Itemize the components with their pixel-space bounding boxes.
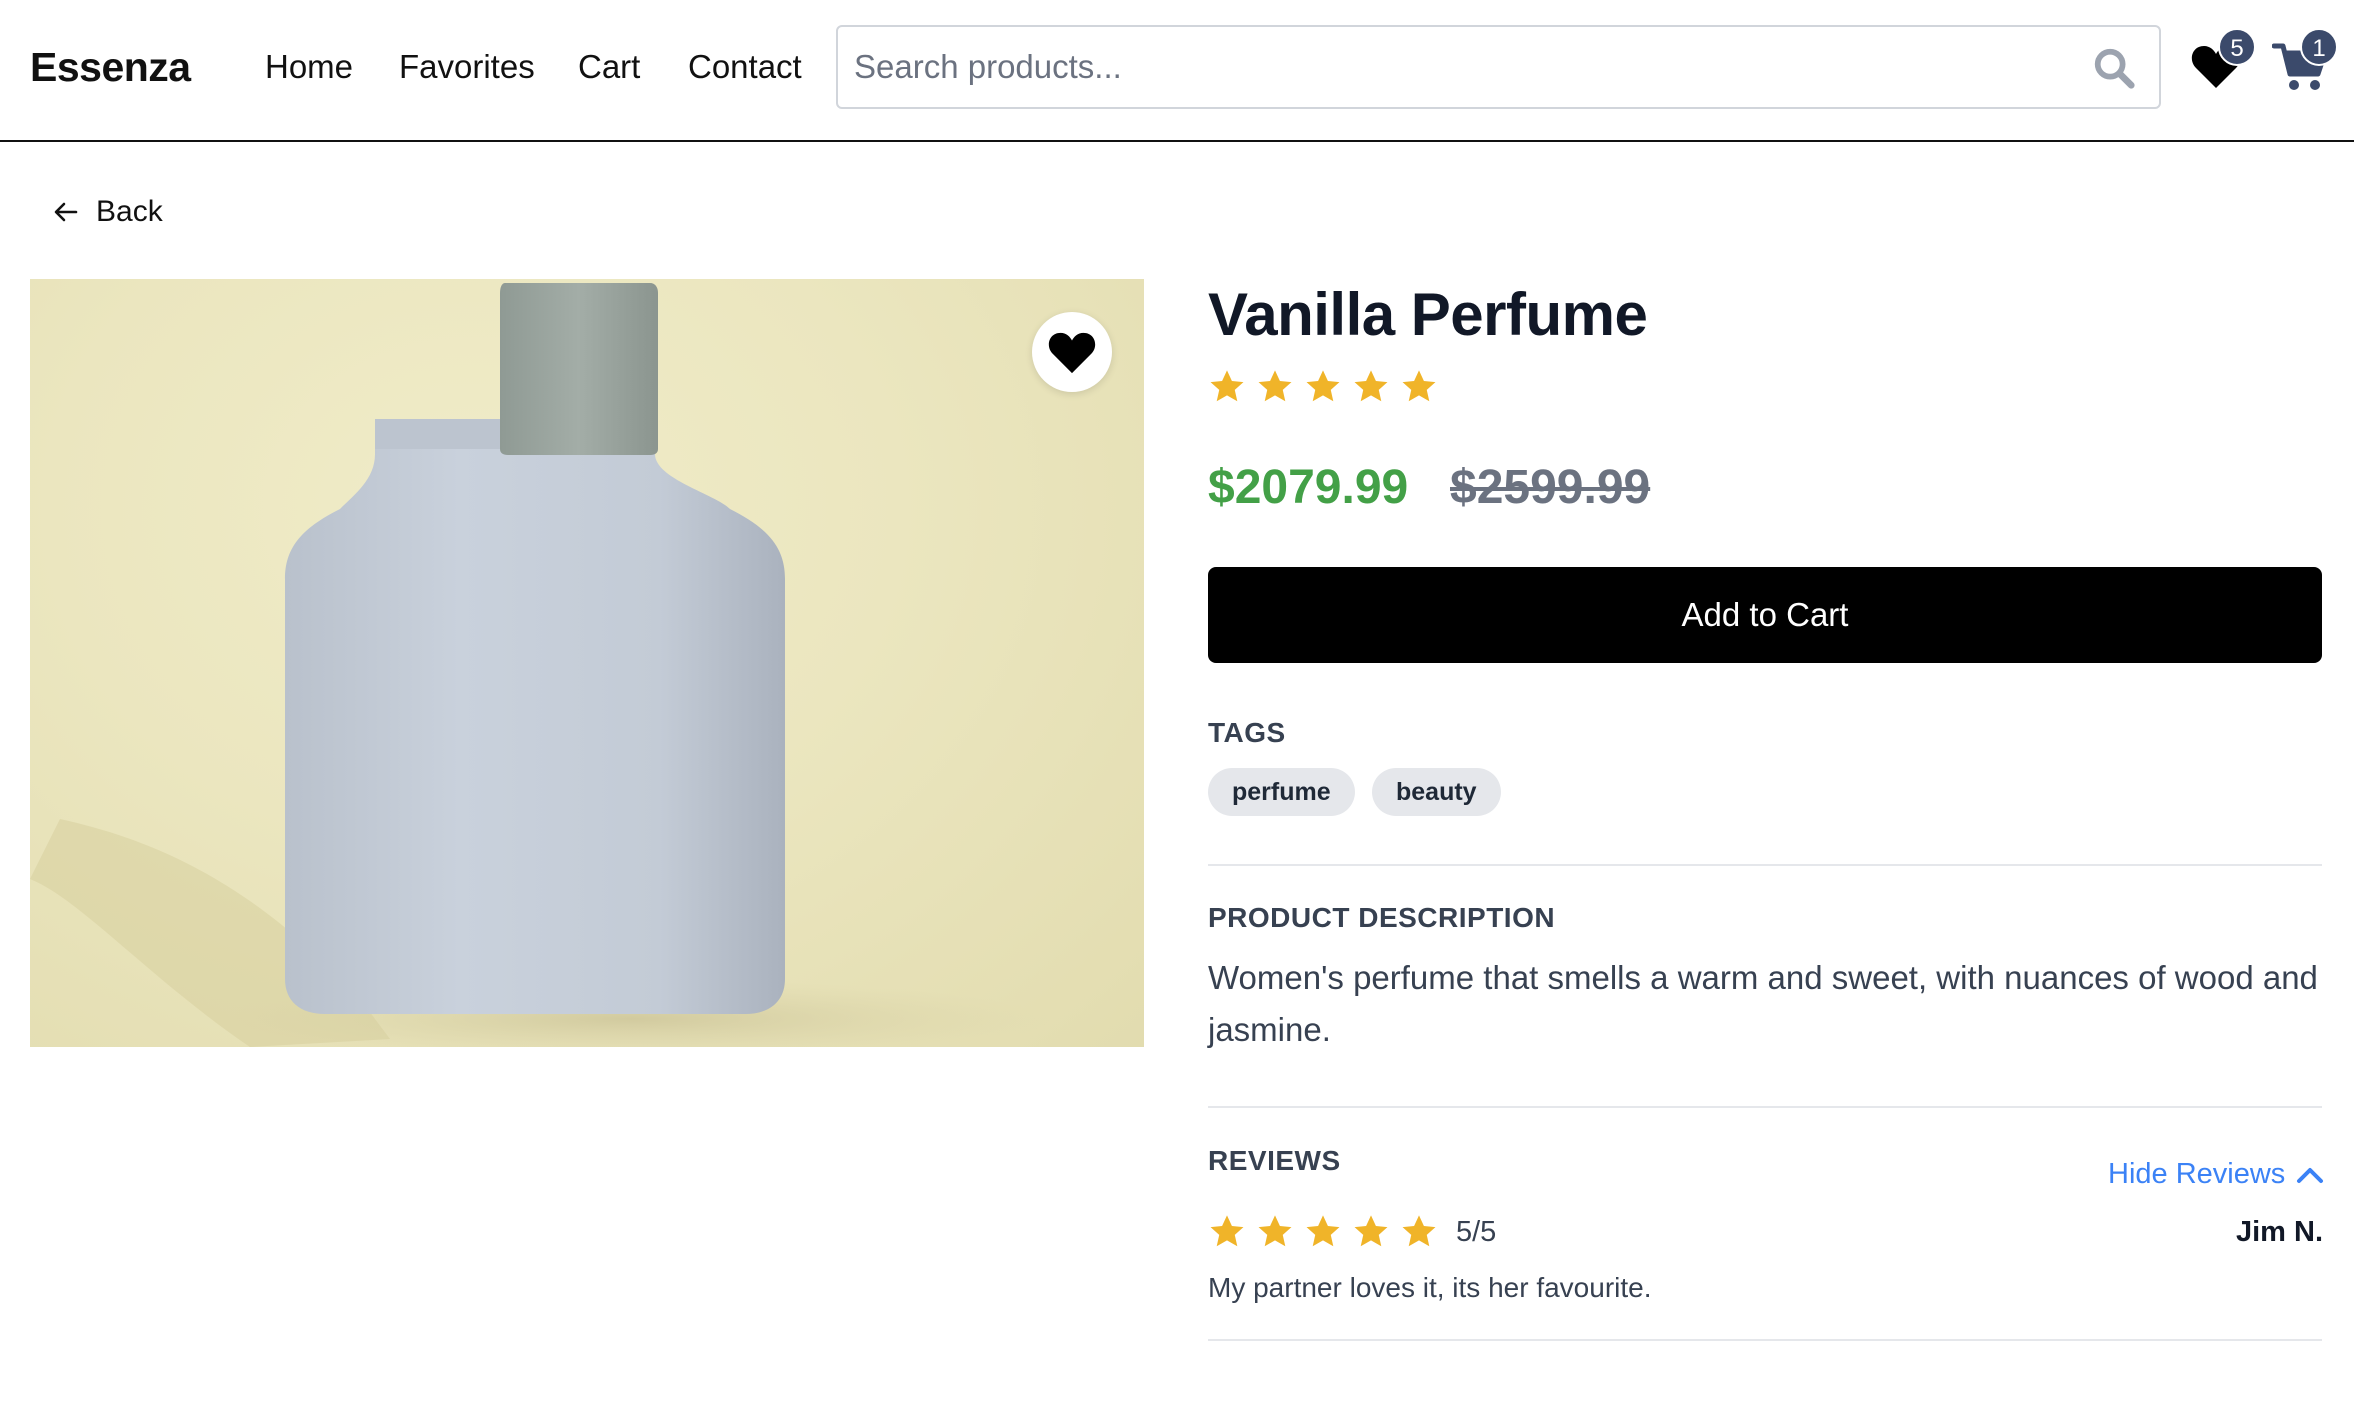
arrow-left-icon <box>54 202 78 222</box>
nav-contact[interactable]: Contact <box>688 48 802 86</box>
star-icon <box>1306 370 1340 402</box>
star-icon <box>1258 370 1292 402</box>
favorite-toggle-button[interactable] <box>1032 312 1112 392</box>
add-to-cart-button[interactable]: Add to Cart <box>1208 567 2322 663</box>
chevron-up-icon <box>2297 1167 2324 1183</box>
product-image <box>30 279 1144 1047</box>
divider <box>1208 864 2322 866</box>
cart-count-badge: 1 <box>2300 28 2338 66</box>
divider <box>1208 1339 2322 1341</box>
search-input[interactable] <box>854 41 2054 93</box>
tag-chip[interactable]: perfume <box>1208 768 1355 816</box>
reviews-heading: REVIEWS <box>1208 1145 1341 1176</box>
search-box <box>836 25 2161 109</box>
back-link[interactable]: Back <box>52 192 163 232</box>
star-icon <box>1402 370 1436 402</box>
review-score: 5/5 <box>1456 1216 1497 1248</box>
product-description: Women's perfume that smells a warm and s… <box>1208 959 2318 1048</box>
nav-cart[interactable]: Cart <box>578 48 640 86</box>
heart-icon <box>1048 332 1096 374</box>
star-icon <box>1258 1215 1292 1247</box>
review-author: Jim N. <box>2236 1216 2324 1248</box>
original-price: $2599.99 <box>1450 461 1651 514</box>
top-navbar: Essenza Home Favorites Cart Contact 5 1 <box>0 0 2354 142</box>
perfume-bottle-illustration <box>30 283 1050 1047</box>
star-icon <box>1306 1215 1340 1247</box>
star-icon <box>1210 1215 1244 1247</box>
star-icon <box>1402 1215 1436 1247</box>
product-title: Vanilla Perfume <box>1208 281 1648 348</box>
hide-reviews-toggle[interactable]: Hide Reviews <box>2108 1158 2325 1191</box>
star-icon <box>1354 370 1388 402</box>
star-icon <box>1354 1215 1388 1247</box>
hide-reviews-label: Hide Reviews <box>2108 1158 2286 1190</box>
tag-chip[interactable]: beauty <box>1372 768 1501 816</box>
brand-logo[interactable]: Essenza <box>30 44 191 91</box>
product-rating-stars <box>1208 368 1438 406</box>
current-price: $2079.99 <box>1208 461 1409 514</box>
description-heading: PRODUCT DESCRIPTION <box>1208 902 1556 933</box>
star-icon <box>1210 370 1244 402</box>
back-label: Back <box>96 195 163 228</box>
review-text: My partner loves it, its her favourite. <box>1208 1272 1652 1303</box>
nav-favorites[interactable]: Favorites <box>399 48 535 86</box>
tags-heading: TAGS <box>1208 717 1286 748</box>
review-rating-stars <box>1208 1213 1438 1251</box>
search-icon[interactable] <box>2091 45 2137 91</box>
divider <box>1208 1106 2322 1108</box>
favorites-count-badge: 5 <box>2218 28 2256 66</box>
nav-home[interactable]: Home <box>265 48 353 86</box>
